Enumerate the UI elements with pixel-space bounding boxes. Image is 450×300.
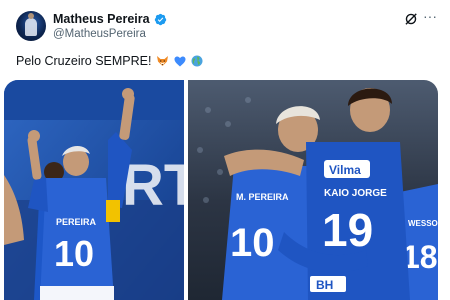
photo-right[interactable]: WESSON 18 M. PEREIRA 10 Vilma KAIO JORGE…	[188, 80, 438, 300]
tweet-text: Pelo Cruzeiro SEMPRE!	[16, 54, 203, 68]
right-jersey-name-c: WESSON	[408, 219, 438, 228]
blue-heart-emoji-icon	[174, 56, 186, 66]
tweet-card[interactable]: Matheus Pereira @MatheusPereira ··· Pelo…	[0, 0, 450, 300]
right-jersey-number-b: 19	[322, 204, 373, 256]
author-row: Matheus Pereira	[53, 12, 167, 26]
avatar[interactable]	[16, 11, 46, 41]
grok-icon[interactable]	[404, 12, 418, 26]
left-jersey-name: PEREIRA	[56, 217, 97, 227]
fox-emoji-icon	[157, 56, 169, 66]
handle[interactable]: @MatheusPereira	[53, 28, 146, 40]
left-bg-text: RT	[122, 153, 184, 218]
globe-emoji-icon	[191, 55, 203, 67]
right-jersey-name-a: M. PEREIRA	[236, 192, 289, 202]
media-grid: RT PEREIRA 10 WESSO 18 M. PEREIRA 10 Vil…	[4, 80, 438, 300]
tweet-text-content: Pelo Cruzeiro SEMPRE!	[16, 54, 152, 68]
photo-left[interactable]: RT PEREIRA 10	[4, 80, 184, 300]
verified-badge-icon	[154, 13, 166, 25]
display-name[interactable]: Matheus Pereira	[53, 12, 150, 26]
right-jersey-name-b: KAIO JORGE	[324, 188, 387, 199]
left-jersey-number: 10	[54, 233, 94, 274]
right-sponsor: Vilma	[329, 163, 361, 177]
right-jersey-number-a: 10	[230, 221, 275, 265]
more-options-icon[interactable]: ···	[423, 9, 439, 26]
right-sponsor-2: BH	[316, 278, 333, 292]
